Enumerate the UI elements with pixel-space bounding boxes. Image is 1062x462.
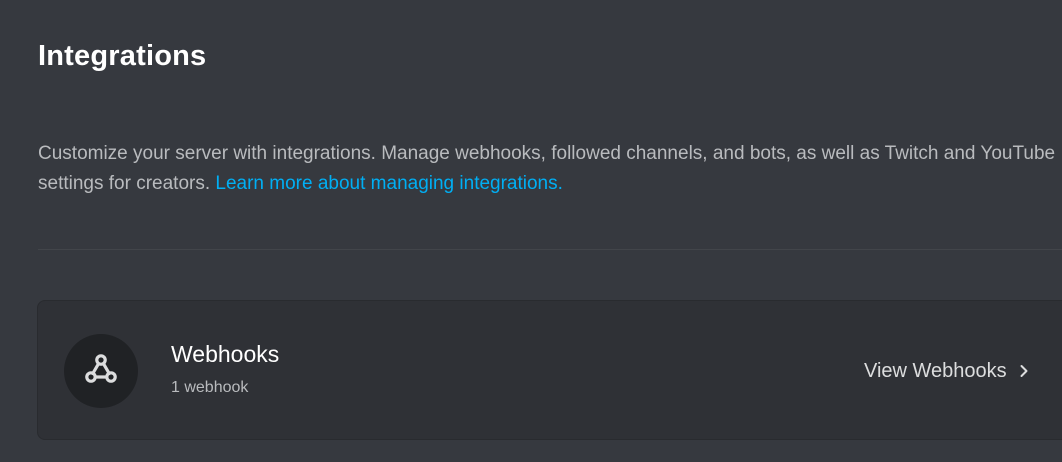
webhook-icon	[81, 349, 121, 394]
learn-more-link[interactable]: Learn more about managing integrations.	[215, 173, 563, 194]
page-title: Integrations	[38, 40, 207, 72]
chevron-right-icon	[1019, 364, 1029, 378]
view-webhooks-button[interactable]: View Webhooks	[864, 357, 1029, 385]
view-webhooks-label: View Webhooks	[864, 360, 1007, 382]
webhooks-card-title: Webhooks	[171, 341, 280, 367]
page-description: Customize your server with integrations.…	[38, 139, 1062, 199]
divider	[38, 249, 1062, 250]
webhooks-count: 1 webhook	[171, 379, 249, 396]
integrations-page: Integrations Customize your server with …	[0, 0, 1062, 462]
webhooks-icon-container	[64, 334, 138, 408]
webhooks-card[interactable]: Webhooks 1 webhook View Webhooks	[37, 300, 1062, 440]
